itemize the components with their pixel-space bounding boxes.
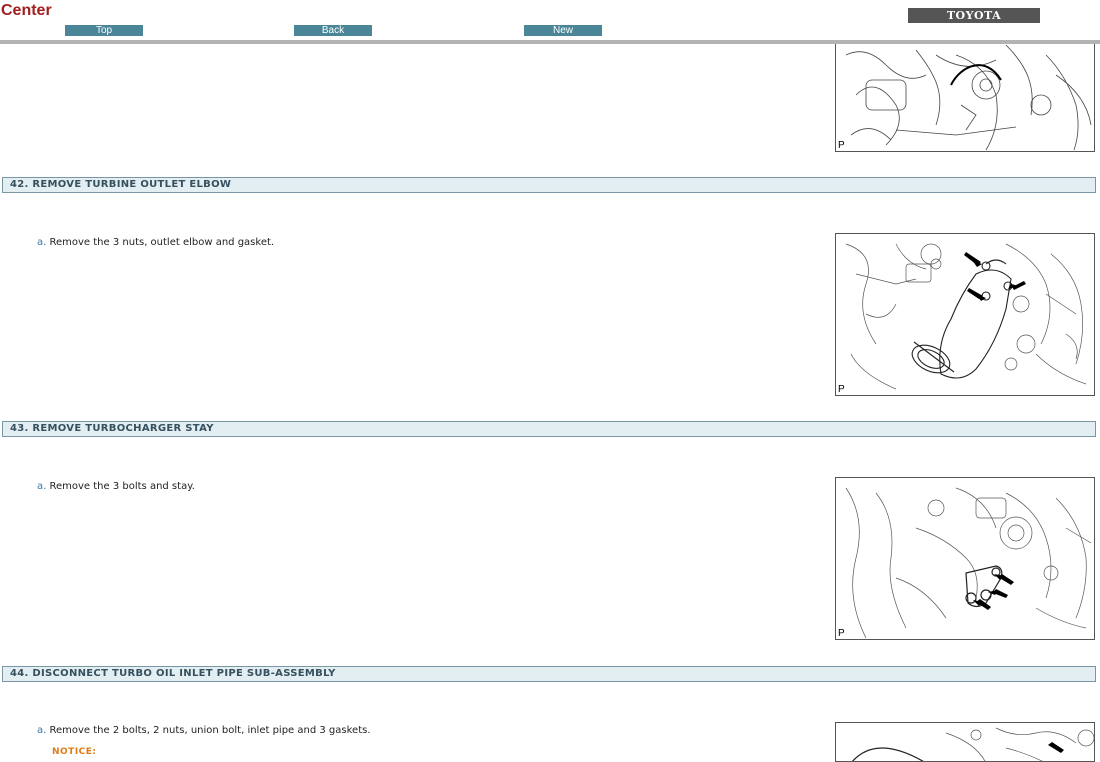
- top-button[interactable]: Top: [65, 25, 143, 36]
- step-header-42: 42. REMOVE TURBINE OUTLET ELBOW: [2, 177, 1096, 193]
- sub-step-letter: a.: [37, 481, 47, 492]
- page-header: Center Top Back New TOYOTA FORTUNER: [0, 0, 1100, 44]
- step-header-44: 44. DISCONNECT TURBO OIL INLET PIPE SUB-…: [2, 666, 1096, 682]
- sub-step-text: Remove the 2 bolts, 2 nuts, union bolt, …: [49, 725, 371, 736]
- model-badge: TOYOTA FORTUNER: [908, 8, 1040, 37]
- turbo-stay-illustration: [845, 487, 1092, 639]
- illustration-step-41: P: [835, 34, 1095, 152]
- illustration-caption: P: [838, 628, 845, 639]
- illustration-caption: P: [838, 384, 845, 395]
- header-divider: [0, 40, 1100, 44]
- sub-step-letter: a.: [37, 725, 47, 736]
- illustration-step-42: P: [835, 233, 1095, 396]
- illustration-step-44: [835, 722, 1095, 762]
- illustration-caption: P: [838, 140, 845, 151]
- step-header-43: 43. REMOVE TURBOCHARGER STAY: [2, 421, 1096, 437]
- notice-label: NOTICE:: [52, 747, 97, 757]
- new-button[interactable]: New: [524, 25, 602, 36]
- sub-step-text: Remove the 3 bolts and stay.: [49, 481, 195, 492]
- sub-step-43a: a. Remove the 3 bolts and stay.: [37, 481, 195, 492]
- site-title: Center: [1, 2, 52, 19]
- engine-illustration-41: [845, 44, 1092, 151]
- sub-step-42a: a. Remove the 3 nuts, outlet elbow and g…: [37, 237, 274, 248]
- outlet-elbow-illustration: [845, 243, 1087, 390]
- oil-inlet-pipe-illustration: [852, 727, 1094, 761]
- sub-step-44a: a. Remove the 2 bolts, 2 nuts, union bol…: [37, 725, 371, 736]
- back-button[interactable]: Back: [294, 25, 372, 36]
- illustration-step-43: P: [835, 477, 1095, 640]
- content-area: P 42. REMOVE TURBINE OUTLET ELBOW a. Rem…: [0, 34, 1100, 762]
- sub-step-letter: a.: [37, 237, 47, 248]
- sub-step-text: Remove the 3 nuts, outlet elbow and gask…: [49, 237, 275, 248]
